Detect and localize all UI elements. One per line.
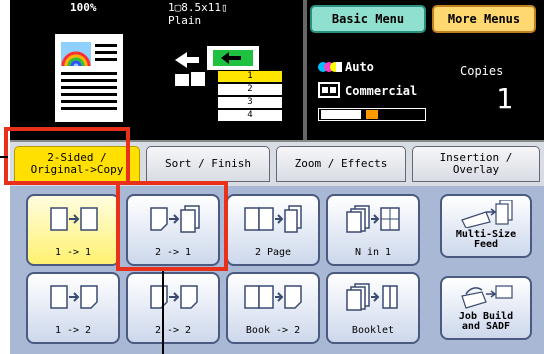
copies-label: Copies xyxy=(460,64,504,78)
option-book-to-2-button[interactable]: Book -> 2 xyxy=(226,272,320,344)
job-build-sadf-button[interactable]: Job Build and SADF xyxy=(440,276,532,340)
option-1-to-2-button[interactable]: 1 -> 2 xyxy=(26,272,120,344)
basic-menu-button[interactable]: Basic Menu xyxy=(310,5,426,33)
tray-2: 2 xyxy=(217,83,283,96)
paper-info: 1▢8.5x11▯ Plain xyxy=(168,1,228,27)
original-preview-icon xyxy=(55,34,123,122)
option-booklet-button[interactable]: Booklet xyxy=(326,272,420,344)
duplex-to-duplex-icon xyxy=(150,285,198,309)
side-button-label: Multi-Size Feed xyxy=(455,229,517,250)
image-mode-icon xyxy=(318,82,340,98)
zoom-value: 100% xyxy=(70,1,97,14)
tab-insertion-overlay[interactable]: Insertion / Overlay xyxy=(412,146,540,182)
booklet-icon xyxy=(346,283,398,311)
option-highlight-callout xyxy=(116,181,228,271)
option-label: Book -> 2 xyxy=(245,325,301,336)
option-2-page-button[interactable]: 2 Page xyxy=(226,194,320,266)
job-build-icon xyxy=(461,285,513,309)
callout-pointer-line xyxy=(0,156,8,158)
two-page-icon xyxy=(244,205,302,233)
copier-screen: 100% 1▢8.5x11▯ Plain 1 2 3 4 Basic Menu … xyxy=(0,0,544,354)
simplex-to-simplex-icon xyxy=(50,207,98,231)
more-menus-button[interactable]: More Menus xyxy=(432,5,536,33)
paper-type: Plain xyxy=(168,14,202,27)
option-label: 1 -> 2 xyxy=(54,325,92,336)
option-2-to-2-button[interactable]: 2 -> 2 xyxy=(126,272,220,344)
multi-size-feed-button[interactable]: Multi-Size Feed xyxy=(440,194,532,258)
n-in-one-icon xyxy=(346,205,400,233)
tray-1: 1 xyxy=(217,70,283,83)
copies-count: 1 xyxy=(496,82,513,115)
options-panel: 1 -> 1 2 -> 1 2 Page N in 1 Multi-Size F… xyxy=(10,186,544,354)
option-label: N in 1 xyxy=(354,247,392,258)
paper-size: 1▢8.5x11▯ xyxy=(168,1,228,14)
color-mode-icon xyxy=(318,62,342,72)
multi-size-feed-icon xyxy=(461,200,513,228)
density-fill xyxy=(321,110,361,119)
copy-settings-status: Auto Copies Commercial 1 xyxy=(300,48,536,136)
density-marker xyxy=(366,110,378,119)
rainbow-image-icon xyxy=(61,42,91,66)
simplex-to-duplex-icon xyxy=(50,285,98,309)
option-1-to-1-button[interactable]: 1 -> 1 xyxy=(26,194,120,266)
callout-pointer-line xyxy=(162,271,164,354)
copier-machine-icon: 1 2 3 4 xyxy=(165,38,285,136)
option-n-in-1-button[interactable]: N in 1 xyxy=(326,194,420,266)
option-label: 2 Page xyxy=(254,247,292,258)
color-mode-label: Auto xyxy=(345,60,374,74)
option-label: 2 -> 2 xyxy=(154,325,192,336)
density-indicator xyxy=(318,108,426,121)
option-label: Booklet xyxy=(351,325,395,336)
tray-3: 3 xyxy=(217,96,283,109)
image-mode-label: Commercial xyxy=(345,84,418,98)
option-label: 1 -> 1 xyxy=(54,247,92,258)
tray-4: 4 xyxy=(217,109,283,122)
book-to-duplex-icon xyxy=(244,285,302,309)
tab-zoom-effects[interactable]: Zoom / Effects xyxy=(276,146,406,182)
side-button-label: Job Build and SADF xyxy=(458,311,514,332)
tab-highlight-callout xyxy=(4,127,130,185)
tab-sort-finish[interactable]: Sort / Finish xyxy=(146,146,270,182)
